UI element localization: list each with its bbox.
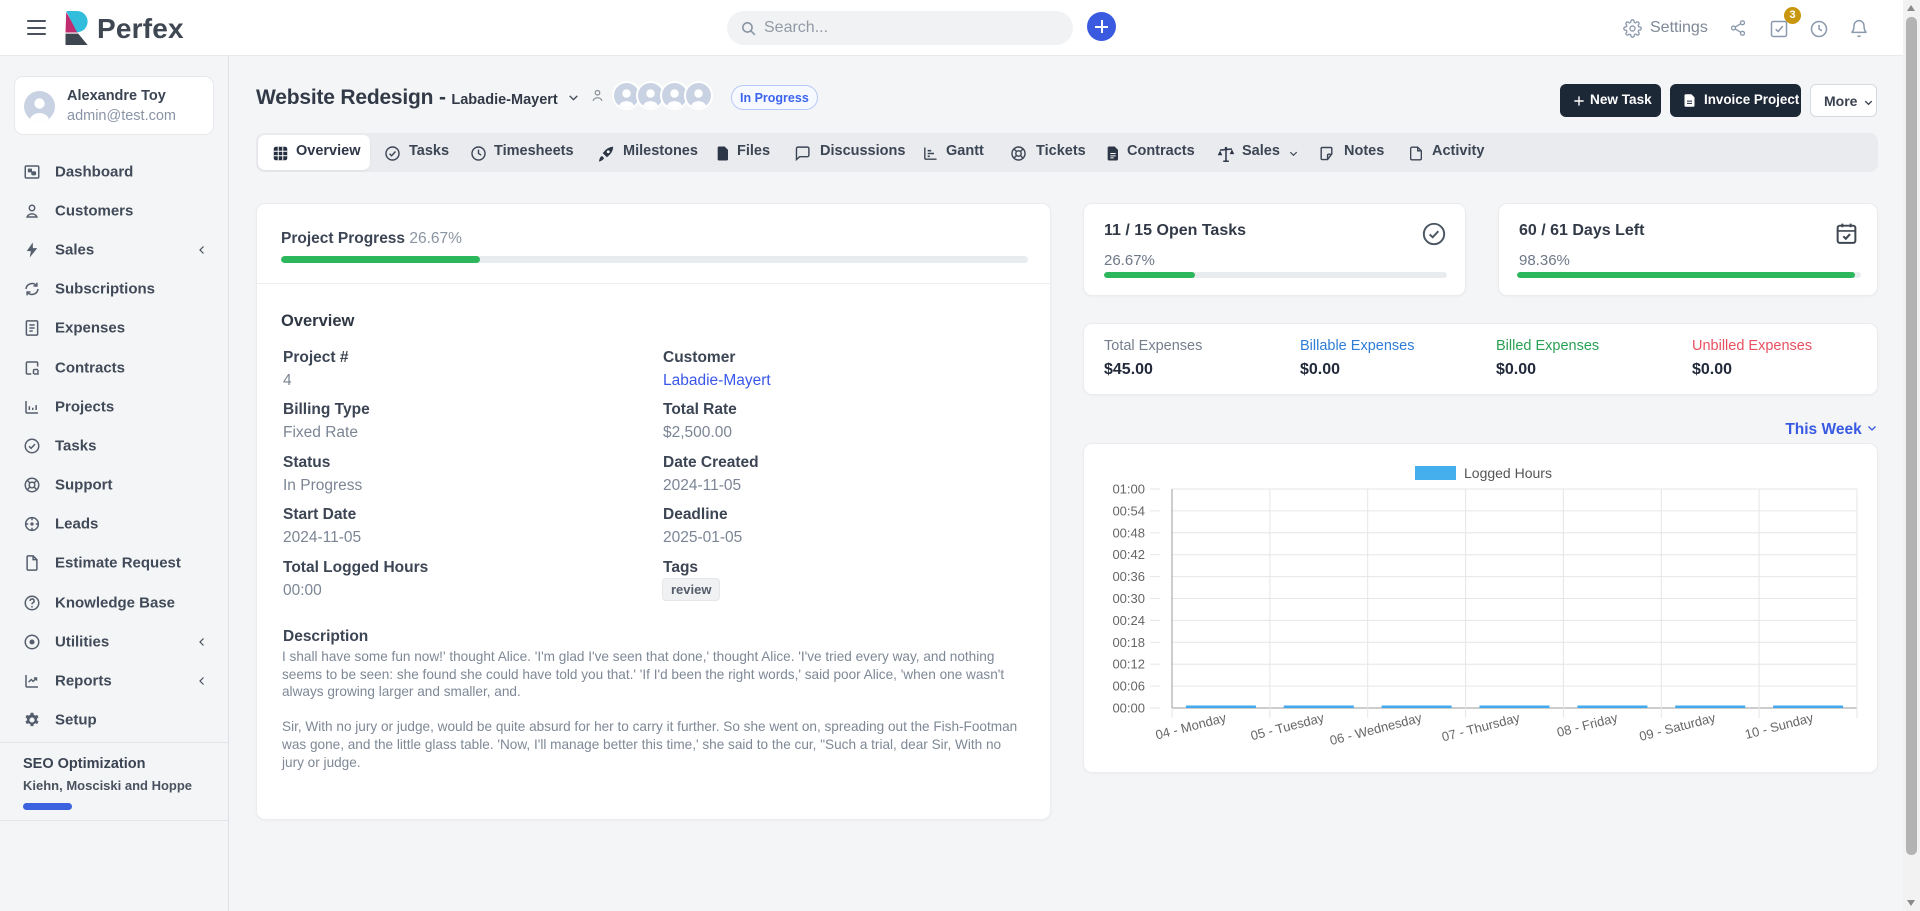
svg-text:00:54: 00:54 [1112,503,1145,518]
svg-text:00:06: 00:06 [1112,679,1145,694]
svg-text:00:48: 00:48 [1112,525,1145,540]
svg-text:08 - Friday: 08 - Friday [1555,710,1619,740]
svg-text:00:18: 00:18 [1112,635,1145,650]
svg-text:00:24: 00:24 [1112,613,1145,628]
svg-text:00:00: 00:00 [1112,701,1145,716]
svg-text:04 - Monday: 04 - Monday [1154,710,1228,743]
svg-text:00:36: 00:36 [1112,569,1145,584]
svg-text:01:00: 01:00 [1112,482,1145,497]
svg-text:07 - Thursday: 07 - Thursday [1440,710,1522,745]
svg-text:09 - Saturday: 09 - Saturday [1638,710,1718,744]
svg-text:00:42: 00:42 [1112,547,1145,562]
svg-text:00:30: 00:30 [1112,591,1145,606]
svg-text:Logged Hours: Logged Hours [1464,465,1552,481]
svg-text:05 - Tuesday: 05 - Tuesday [1249,710,1326,743]
svg-text:10 - Sunday: 10 - Sunday [1743,710,1815,742]
svg-text:06 - Wednesday: 06 - Wednesday [1328,710,1424,748]
svg-text:00:12: 00:12 [1112,657,1145,672]
